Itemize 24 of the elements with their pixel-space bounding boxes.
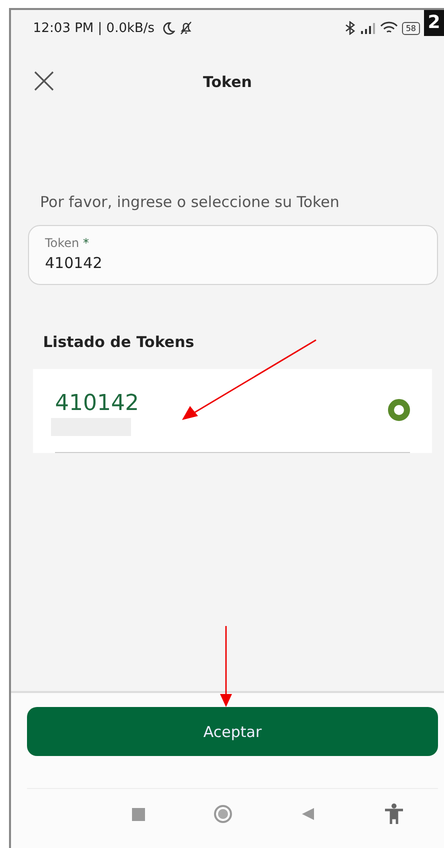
accept-button[interactable]: Aceptar	[27, 707, 438, 756]
list-heading: Listado de Tokens	[43, 333, 196, 351]
accessibility-icon[interactable]	[384, 803, 404, 825]
battery-icon: 58	[402, 22, 420, 34]
moon-icon	[160, 21, 175, 35]
token-input-field[interactable]: Token * 410142	[28, 225, 438, 285]
wifi-icon	[380, 21, 398, 35]
instruction-text: Por favor, ingrese o seleccione su Token	[40, 193, 340, 211]
status-time: 12:03 PM | 0.0kB/s	[33, 20, 155, 36]
signal-icon	[360, 22, 376, 34]
field-value: 410142	[45, 254, 104, 272]
recents-icon[interactable]	[132, 808, 144, 820]
token-list-item[interactable]: 410142	[33, 369, 432, 453]
radio-button[interactable]	[388, 399, 410, 421]
back-icon[interactable]	[300, 807, 314, 821]
screen-title: Token	[203, 73, 252, 91]
required-mark: *	[82, 236, 89, 250]
close-icon[interactable]	[33, 70, 55, 92]
bell-off-icon	[178, 21, 193, 35]
home-icon[interactable]	[214, 805, 232, 823]
field-label: Token	[45, 236, 80, 250]
step-badge: 2	[424, 10, 444, 36]
bluetooth-icon	[344, 21, 356, 35]
token-number: 410142	[55, 391, 139, 416]
